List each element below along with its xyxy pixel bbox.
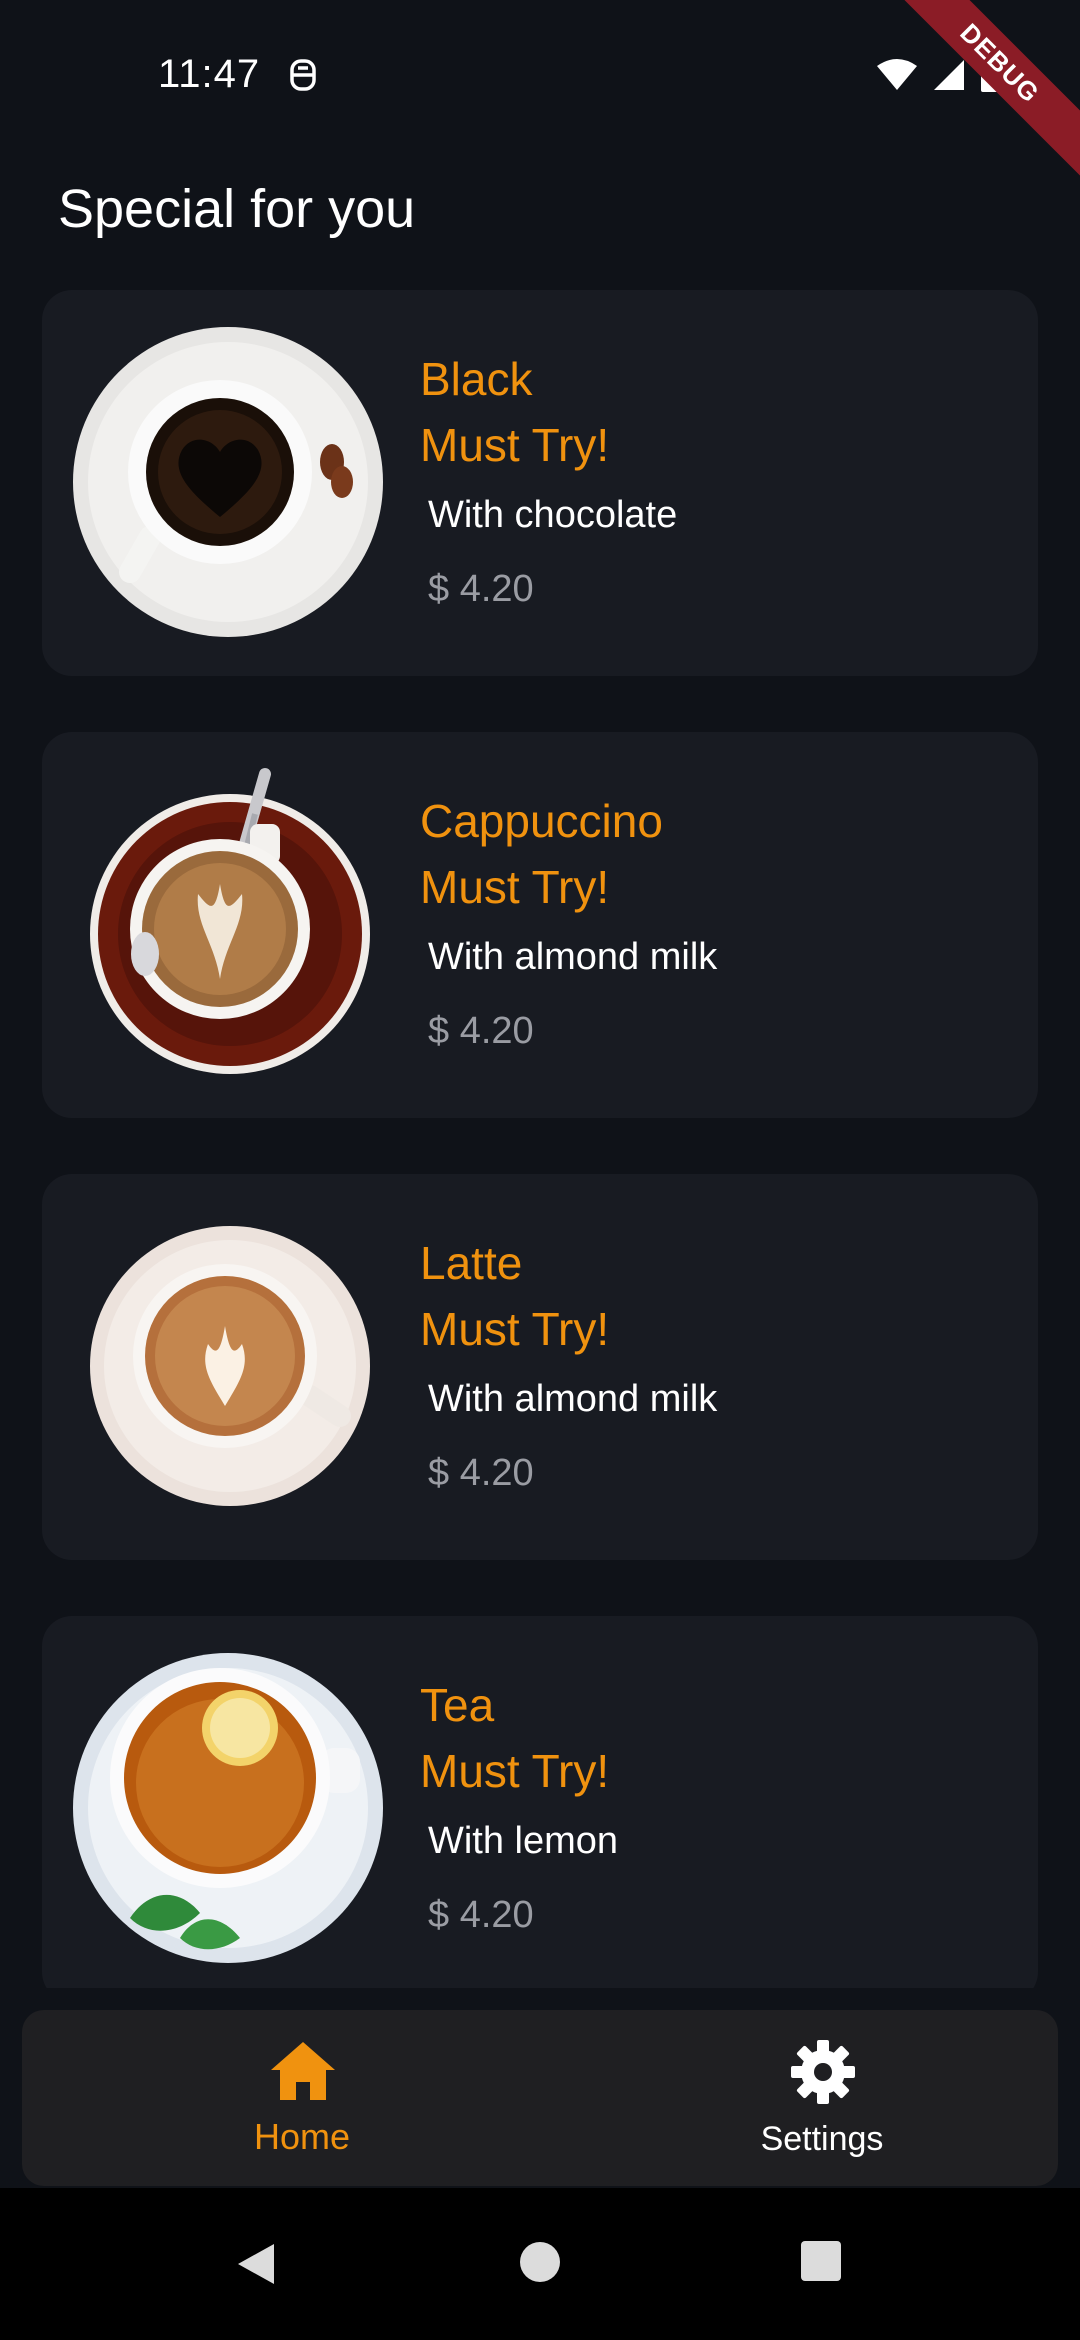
product-description: With almond milk <box>428 1378 718 1420</box>
debug-banner: DEBUG <box>877 0 1080 186</box>
product-card[interactable]: Tea Must Try! With lemon $ 4.20 <box>42 1616 1038 1990</box>
product-name: Cappuccino <box>420 795 663 847</box>
product-description: With chocolate <box>428 494 678 536</box>
back-icon[interactable] <box>234 2240 278 2288</box>
product-description: With almond milk <box>428 936 718 978</box>
product-description: With lemon <box>428 1820 619 1862</box>
product-list[interactable]: Black Must Try! With chocolate $ 4.20 Ca… <box>42 290 1038 1990</box>
page-title: Special for you <box>58 179 416 239</box>
nav-label-settings: Settings <box>760 2120 884 2158</box>
product-price: $ 4.20 <box>428 1010 534 1052</box>
status-time: 11:47 <box>158 52 261 96</box>
product-tag: Must Try! <box>420 861 610 913</box>
product-card[interactable]: Cappuccino Must Try! With almond milk $ … <box>42 732 1038 1118</box>
product-price: $ 4.20 <box>428 1894 534 1936</box>
product-tag: Must Try! <box>420 419 610 471</box>
signal-icon <box>934 60 964 90</box>
product-tag: Must Try! <box>420 1303 610 1355</box>
status-bar: 11:47 DEBUG <box>0 0 1080 186</box>
nav-item-home[interactable]: Home <box>92 2010 512 2186</box>
bottom-navigation: Home Settings <box>22 2010 1058 2186</box>
product-price: $ 4.20 <box>428 1452 534 1494</box>
product-card[interactable]: Black Must Try! With chocolate $ 4.20 <box>42 290 1038 676</box>
latte-image <box>90 1226 370 1506</box>
wifi-icon <box>877 59 917 90</box>
cappuccino-image <box>90 768 370 1074</box>
app-screen: 11:47 DEBUG Special for you Black Must T… <box>0 0 1080 2340</box>
nav-item-settings[interactable]: Settings <box>612 2010 1032 2186</box>
lemon-tea-image <box>73 1653 383 1963</box>
nav-label-home: Home <box>253 2116 351 2157</box>
gear-icon <box>791 2040 855 2104</box>
sim-icon <box>290 59 316 91</box>
product-name: Black <box>420 353 533 405</box>
product-name: Latte <box>420 1237 523 1289</box>
product-price: $ 4.20 <box>428 568 534 610</box>
product-name: Tea <box>420 1679 495 1731</box>
recents-icon[interactable] <box>800 2240 842 2282</box>
black-coffee-image <box>73 327 383 637</box>
system-navigation-bar <box>0 2188 1080 2340</box>
home-circle-icon[interactable] <box>518 2240 562 2284</box>
home-icon <box>271 2042 335 2100</box>
product-card[interactable]: Latte Must Try! With almond milk $ 4.20 <box>42 1174 1038 1560</box>
product-tag: Must Try! <box>420 1745 610 1797</box>
